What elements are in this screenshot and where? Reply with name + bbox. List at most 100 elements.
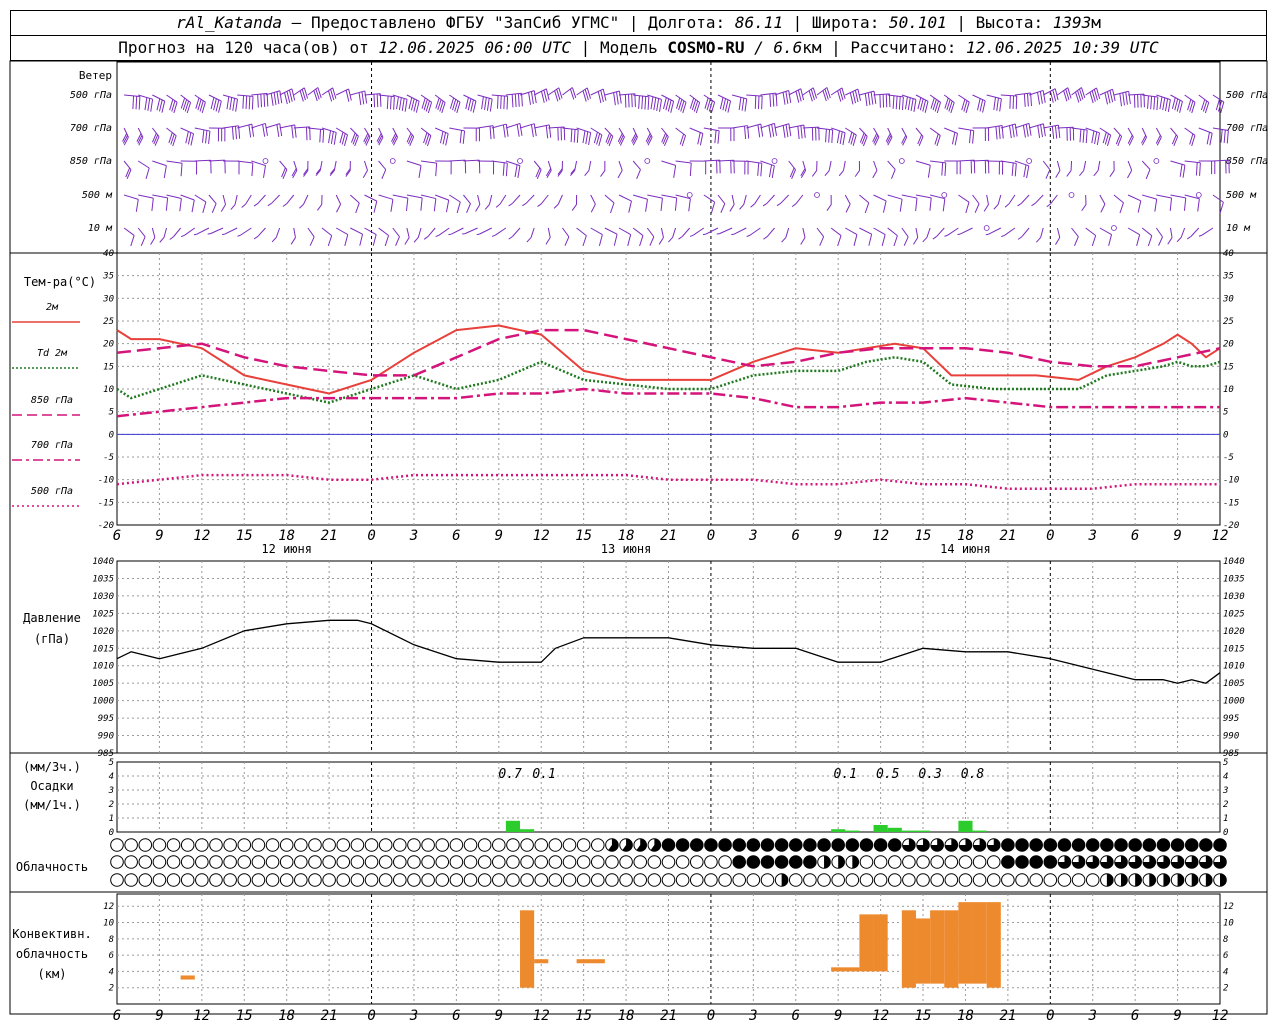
temp-ytick-left: 15 [103,362,114,372]
wind-barb [717,159,734,162]
wind-calm-marker [686,192,693,198]
wind-barb-feather [853,234,858,246]
wind-barb-feather [405,198,409,211]
cloud-cover-circle [958,855,973,869]
cloud-cover-circle [1057,838,1072,852]
wind-barb-feather [974,203,980,213]
wind-barb [257,194,266,204]
wind-barb [321,127,337,133]
wind-barb-feather [1011,162,1014,176]
wind-barb-feather [714,130,717,144]
conv-ytick-left: 4 [109,967,114,977]
wind-barb [915,160,931,166]
cloud-cover-circle [534,838,549,852]
wind-barb-feather [260,94,263,108]
wind-barb-feather [1022,125,1026,138]
cloud-cover-circle [562,873,577,887]
cloud-cover-circle [788,838,803,852]
wind-barb-feather [445,133,449,146]
cloud-cover-circle [704,873,718,887]
wind-barb-feather [503,96,505,110]
wind-barb [689,127,704,134]
cloud-cover-circle [817,838,831,852]
wind-barb [541,194,549,204]
cloud-cover-circle [237,873,252,887]
wind-barb-feather [788,123,792,137]
wind-barb-feather [533,123,537,137]
wind-barb-feather [689,234,694,237]
wind-barb [392,227,400,238]
wind-barb-feather [423,236,429,240]
wind-barb-feather [1096,132,1100,146]
wind-barb-feather [1025,124,1029,137]
wind-barb-feather [1100,203,1106,213]
hour-tick-bottom: 21 [660,1008,677,1024]
cloud-cover-circle [803,873,817,887]
wind-barb-feather [941,162,944,176]
wind-barb [633,194,648,200]
wind-barb [915,94,929,102]
wind-barb [378,227,389,236]
cloud-cover-circle [562,838,577,852]
precip-ytick-left: 2 [109,800,114,810]
wind-barb [1034,194,1044,204]
wind-barb-feather [664,136,669,146]
wind-barb-feather [720,203,726,213]
wind-barb-feather [1001,234,1005,238]
wind-barb [703,194,715,203]
wind-barb-feather [511,94,514,108]
wind-barb-feather [530,124,534,138]
wind-barb-feather [153,134,159,145]
wind-barb [1113,194,1124,204]
wind-barb-feather [442,132,447,145]
wind-barb-feather [229,97,233,111]
hour-tick-top: 3 [1088,528,1097,544]
wind-barb [760,92,777,96]
wind-barb-feather [1174,98,1179,111]
wind-barb-feather [433,198,437,212]
wind-barb [788,124,804,129]
meteogram-chart: 40 4035 3530 3025 2520 2015 1510 105 50 0-5 -5-10-… [9,60,1268,1024]
wind-barb [166,194,182,200]
wind-barb [1212,94,1225,103]
wind-calm-marker [1195,192,1202,198]
wind-barb [844,127,857,136]
cloud-cover-circle [110,838,124,852]
cloud-cover-circle [322,855,336,869]
cloud-cover-circle [435,873,450,887]
wind-barb [562,127,579,131]
precip-bar [873,825,888,832]
wind-barb-feather [1158,236,1163,246]
wind-barb-feather [548,124,552,138]
precip-bar [505,820,521,832]
wind-barb-feather [1179,164,1183,177]
wind-barb-feather [998,125,1001,139]
wind-barb-feather [658,237,664,245]
wind-barb-feather [791,169,796,179]
wind-barb-feather [983,204,989,212]
cloud-cover-circle [1015,838,1029,852]
wind-barb-feather [638,95,640,109]
wind-barb-feather [1162,97,1166,111]
wind-barb-feather [573,129,576,143]
wind-barb [420,194,436,200]
wind-barb [1043,124,1059,129]
wind-barb-feather [1079,170,1085,176]
wind-barb-feather [1011,124,1015,138]
cloud-cover-circle [378,873,393,887]
wind-barb-feather [159,237,165,243]
hour-tick-top: 12 [193,528,210,544]
wind-barb [1170,194,1186,199]
wind-barb-feather [564,236,570,246]
wind-barb-feather [1040,124,1043,138]
wind-barb-feather [248,96,251,110]
cloud-cover-circle [845,838,860,852]
wind-barb-feather [993,204,999,210]
wind-barb [1155,227,1163,238]
wind-barb-feather [491,234,496,237]
cloud-cover-circle [492,838,506,852]
wind-barb [378,94,395,98]
wind-barb [152,94,165,102]
cloud-cover-circle [605,873,619,887]
wind-barb-feather [639,235,644,247]
